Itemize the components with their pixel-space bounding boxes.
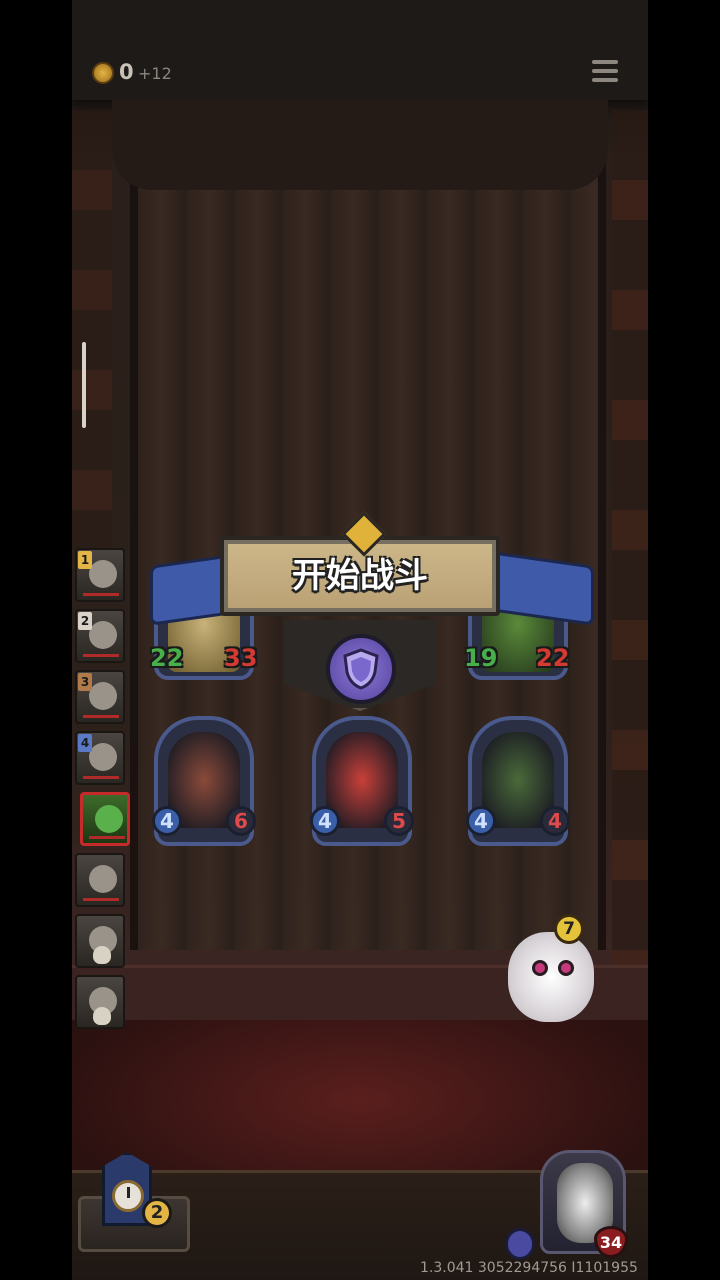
goblin-portrait	[95, 805, 123, 833]
turn-order-number: 1	[78, 551, 92, 569]
turn-order-number: 2	[78, 612, 92, 630]
shield-icon	[343, 648, 379, 690]
hero-shield-icon	[505, 1228, 535, 1260]
turn-queue-item[interactable]: 2	[75, 609, 125, 663]
beast-portrait	[89, 682, 117, 710]
rogue-card[interactable]: 46	[152, 716, 256, 846]
scrollbar[interactable]	[82, 342, 86, 428]
rabbit-portrait	[89, 621, 117, 649]
bookshelf-left	[72, 110, 112, 550]
skull-icon	[93, 1007, 111, 1025]
top-bar: 0 +12	[72, 0, 648, 100]
turn-queue-item[interactable]: 3	[75, 670, 125, 724]
turn-order-number: 3	[78, 673, 92, 691]
menu-icon[interactable]	[592, 60, 618, 86]
enemy-1-health: 33	[224, 644, 258, 672]
timer-count: 2	[142, 1198, 172, 1228]
cat-portrait	[89, 743, 117, 771]
enemy-1-attack: 22	[150, 644, 184, 672]
enemy-2-attack: 19	[464, 644, 498, 672]
tomato-card[interactable]: 45	[310, 716, 414, 846]
clock-icon	[112, 1180, 144, 1212]
health-bar	[89, 836, 125, 839]
cat-mask-portrait	[89, 865, 117, 893]
turn-queue-item[interactable]	[80, 792, 130, 846]
turn-queue-item[interactable]	[75, 914, 125, 968]
unit-attack: 4	[310, 806, 340, 836]
coin-icon	[92, 62, 114, 84]
sheep-mascot[interactable]: 7	[504, 914, 600, 1024]
version-text: 1.3.041 3052294756 I1101955	[420, 1260, 638, 1276]
health-bar	[83, 654, 119, 657]
health-bar	[83, 593, 119, 596]
sheep-level-badge: 7	[554, 914, 584, 944]
treant-card[interactable]: 44	[466, 716, 570, 846]
coin-income: +12	[138, 64, 172, 83]
bookshelf-right	[612, 110, 648, 970]
health-bar	[83, 715, 119, 718]
curtain-valance	[112, 100, 608, 190]
enemy-2-health: 22	[536, 644, 570, 672]
unit-health: 6	[226, 806, 256, 836]
coin-count: 0	[119, 60, 134, 84]
unit-health: 4	[540, 806, 570, 836]
turn-queue-item[interactable]: 1	[75, 548, 125, 602]
turn-queue-item[interactable]	[75, 975, 125, 1029]
battle-banner: 开始战斗	[150, 511, 594, 626]
turn-queue-item[interactable]: 4	[75, 731, 125, 785]
health-bar	[83, 898, 119, 901]
sheep-body	[508, 932, 594, 1022]
turn-order-number: 4	[78, 734, 92, 752]
unit-health: 5	[384, 806, 414, 836]
health-bar	[83, 776, 119, 779]
game-stage: 0 +12 1234 22 33 19 22 开始战斗 464544 7 2 3…	[72, 0, 648, 1280]
sheep-eye-left	[532, 960, 548, 976]
old-man-portrait	[89, 560, 117, 588]
skull-icon	[93, 946, 111, 964]
sheep-eye-right	[558, 960, 574, 976]
turn-queue-item[interactable]	[75, 853, 125, 907]
timer-widget[interactable]: 2	[78, 1150, 190, 1254]
unit-attack: 4	[152, 806, 182, 836]
unit-attack: 4	[466, 806, 496, 836]
